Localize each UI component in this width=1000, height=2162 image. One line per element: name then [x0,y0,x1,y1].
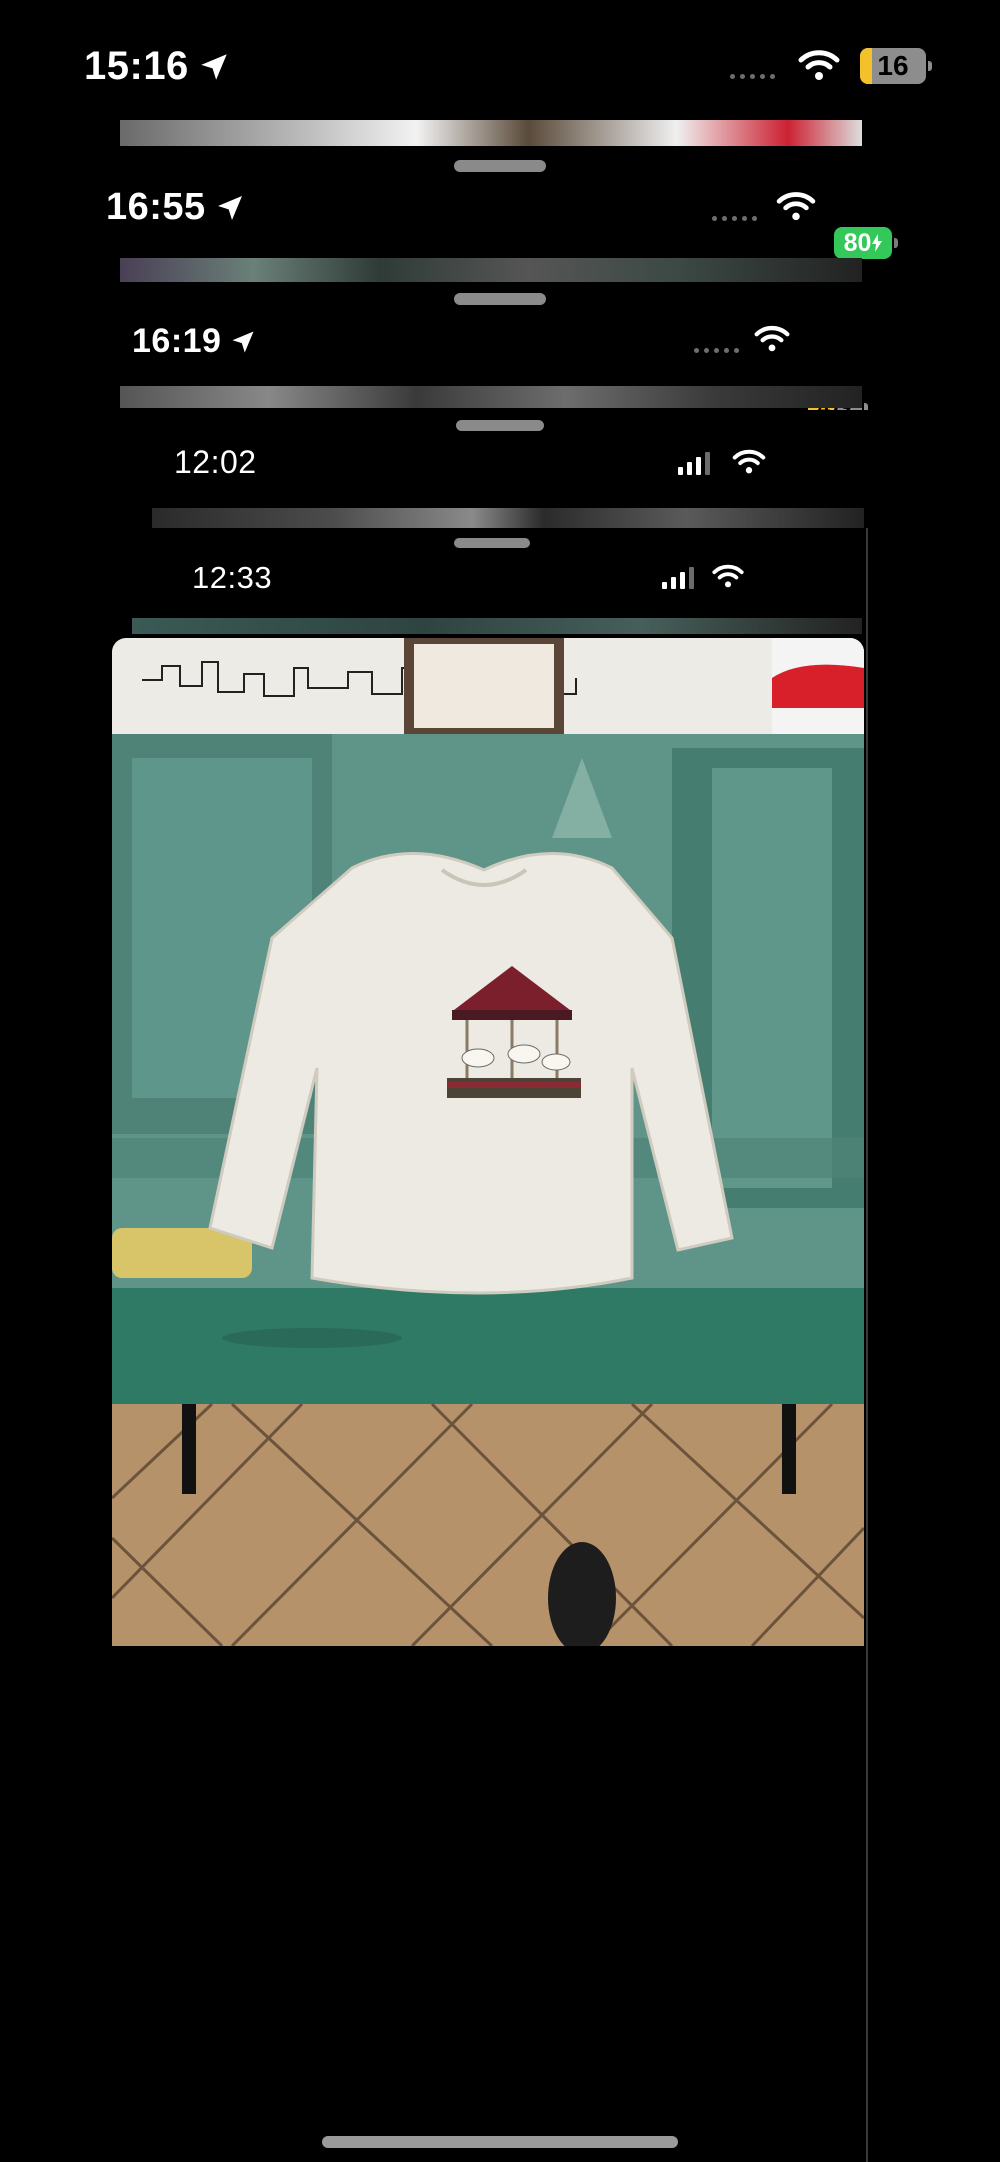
signal-dots-2 [712,216,757,221]
wifi-icon [798,48,840,82]
battery-indicator-1: 16 [860,48,932,84]
photo-strip-1 [120,120,862,146]
signal-dots-1 [730,74,775,79]
sheet-grabber-5[interactable] [454,538,530,548]
sheet-grabber-2[interactable] [454,160,546,172]
battery-indicator-2: 80 [834,227,898,259]
sheet-grabber-3[interactable] [454,293,546,305]
signal-dots-3 [694,348,739,353]
status-time-2: 16:55 [106,186,246,229]
photo-strip-5 [132,618,862,634]
cellular-signal-icon [662,567,694,589]
status-time-5: 12:33 [192,560,273,595]
sheet-grabber-4[interactable] [456,420,544,431]
wifi-icon [732,448,766,475]
home-indicator[interactable] [322,2136,678,2148]
wifi-icon [712,563,744,589]
location-arrow-icon [214,192,246,224]
status-time-1: 15:16 [84,44,231,89]
cellular-signal-icon [678,451,710,475]
location-arrow-icon [197,50,231,84]
photo-strip-4 [152,508,864,528]
photo-strip-2 [120,258,862,282]
status-time-4: 12:02 [174,444,257,480]
wifi-icon [754,324,790,353]
wifi-icon [776,190,816,222]
photo-strip-3 [120,386,862,408]
location-arrow-icon [229,328,257,356]
listing-photo[interactable] [112,638,864,1646]
status-time-3: 16:19 [132,322,257,361]
